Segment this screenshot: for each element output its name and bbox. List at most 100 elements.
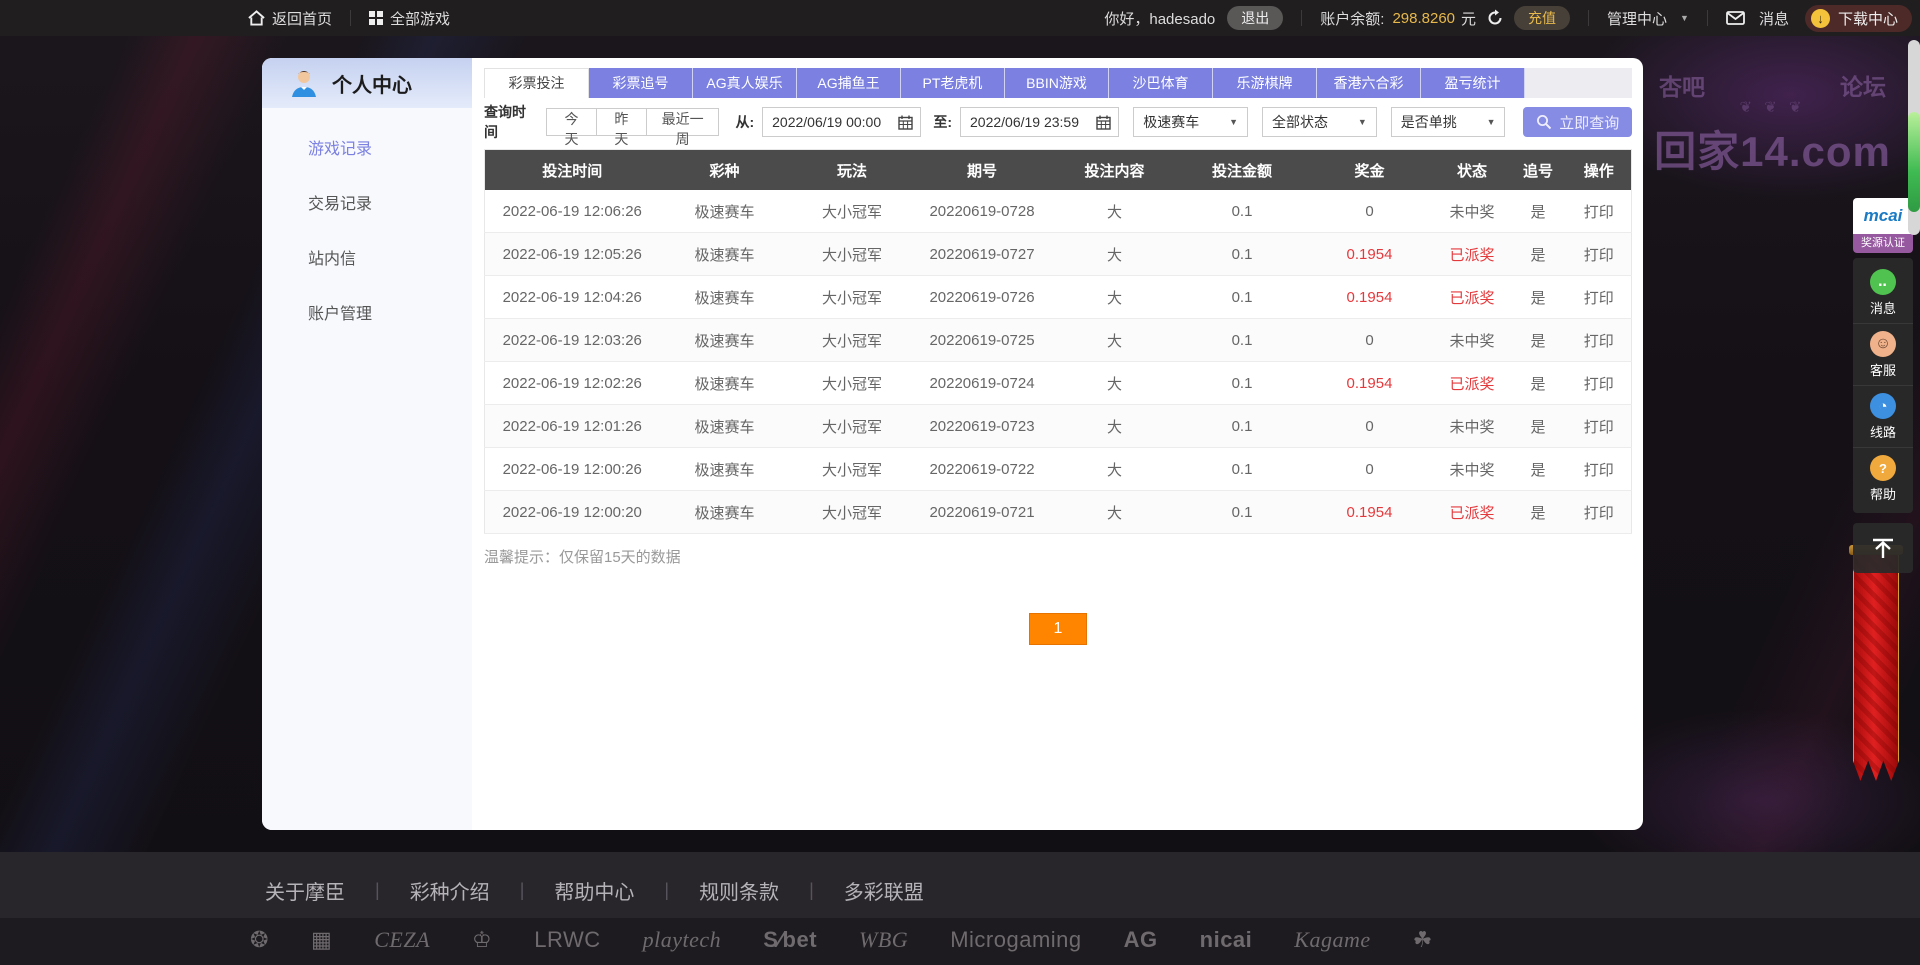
quick-lastweek-button[interactable]: 最近一周 bbox=[647, 108, 720, 136]
lottery-select-value: 极速赛车 bbox=[1143, 112, 1199, 132]
promo-banner[interactable] bbox=[1849, 545, 1903, 791]
envelope-icon bbox=[1726, 11, 1745, 25]
cell-prize: 0.1954 bbox=[1305, 276, 1435, 319]
widget-label: 帮助 bbox=[1870, 484, 1896, 503]
footer-link-帮助中心[interactable]: 帮助中心 bbox=[554, 876, 634, 905]
footer-link-多彩联盟[interactable]: 多彩联盟 bbox=[844, 876, 924, 905]
sidebar-item-交易记录[interactable]: 交易记录 bbox=[262, 177, 472, 232]
pagination: 1 bbox=[484, 613, 1632, 645]
footer-link-规则条款[interactable]: 规则条款 bbox=[699, 876, 779, 905]
calendar-icon[interactable] bbox=[898, 115, 913, 130]
sidebar-header: 个人中心 bbox=[262, 58, 472, 108]
print-link[interactable]: 打印 bbox=[1584, 333, 1614, 350]
cell-issue: 20220619-0727 bbox=[915, 233, 1050, 276]
cell-prize: 0 bbox=[1305, 190, 1435, 233]
prize-cert-badge[interactable]: 奖源认证 bbox=[1853, 234, 1913, 253]
header-amount: 投注金额 bbox=[1180, 150, 1305, 191]
sidebar-item-站内信[interactable]: 站内信 bbox=[262, 232, 472, 287]
print-link[interactable]: 打印 bbox=[1584, 505, 1614, 522]
tab-AG捕鱼王[interactable]: AG捕鱼王 bbox=[797, 68, 901, 98]
messages-link[interactable]: 消息 bbox=[1726, 8, 1789, 29]
calendar-icon[interactable] bbox=[1096, 115, 1111, 130]
tab-BBIN游戏[interactable]: BBIN游戏 bbox=[1005, 68, 1109, 98]
cell-bet-time: 2022-06-19 12:00:26 bbox=[485, 448, 660, 491]
download-center-button[interactable]: ↓ 下载中心 bbox=[1805, 5, 1912, 32]
cell-play: 大小冠军 bbox=[790, 448, 915, 491]
download-icon: ↓ bbox=[1811, 9, 1830, 28]
table-body: 2022-06-19 12:06:26 极速赛车 大小冠军 20220619-0… bbox=[485, 190, 1632, 534]
tab-盈亏统计[interactable]: 盈亏统计 bbox=[1421, 68, 1525, 98]
sidebar-item-账户管理[interactable]: 账户管理 bbox=[262, 287, 472, 342]
tab-彩票投注[interactable]: 彩票投注 bbox=[484, 68, 589, 98]
header-bet-time: 投注时间 bbox=[485, 150, 660, 191]
date-to-input[interactable]: 2022/06/19 23:59 bbox=[960, 107, 1119, 137]
recharge-button[interactable]: 充值 bbox=[1514, 6, 1570, 30]
chat-icon: ‥ bbox=[1870, 269, 1896, 295]
topbar-separator bbox=[1707, 10, 1708, 26]
tab-香港六合彩[interactable]: 香港六合彩 bbox=[1317, 68, 1421, 98]
cell-content: 大 bbox=[1050, 233, 1180, 276]
cell-content: 大 bbox=[1050, 491, 1180, 534]
header-chase: 追号 bbox=[1510, 150, 1567, 191]
cell-amount: 0.1 bbox=[1180, 319, 1305, 362]
sidebar-item-游戏记录[interactable]: 游戏记录 bbox=[262, 122, 472, 177]
scrollbar-track[interactable] bbox=[1908, 40, 1920, 235]
topbar-separator bbox=[350, 10, 351, 26]
mcai-cert-logo[interactable]: mcai bbox=[1853, 198, 1913, 234]
widget-客服[interactable]: ☺ 客服 bbox=[1853, 323, 1913, 385]
print-link[interactable]: 打印 bbox=[1584, 290, 1614, 307]
back-home-link[interactable]: 返回首页 bbox=[248, 8, 332, 29]
status-select[interactable]: 全部状态 ▼ bbox=[1262, 107, 1377, 137]
watermark-text-left: 杏吧 bbox=[1659, 68, 1705, 102]
lottery-select[interactable]: 极速赛车 ▼ bbox=[1133, 107, 1248, 137]
admin-center-menu[interactable]: 管理中心 ▼ bbox=[1607, 8, 1689, 29]
footer-link-彩种介绍[interactable]: 彩种介绍 bbox=[410, 876, 490, 905]
page-1-button[interactable]: 1 bbox=[1029, 613, 1087, 645]
partner-logo: Microgaming bbox=[950, 927, 1081, 953]
tab-彩票追号[interactable]: 彩票追号 bbox=[589, 68, 693, 98]
scrollbar-thumb[interactable] bbox=[1908, 112, 1920, 212]
tab-AG真人娱乐[interactable]: AG真人娱乐 bbox=[693, 68, 797, 98]
grid-icon bbox=[369, 11, 383, 25]
widget-线路[interactable]: ◔ 线路 bbox=[1853, 385, 1913, 447]
table-row: 2022-06-19 12:06:26 极速赛车 大小冠军 20220619-0… bbox=[485, 190, 1632, 233]
retention-note: 温馨提示：仅保留15天的数据 bbox=[484, 546, 1632, 567]
sidebar: 个人中心 游戏记录交易记录站内信账户管理 bbox=[262, 58, 472, 830]
bets-table: 投注时间 彩种 玩法 期号 投注内容 投注金额 奖金 状态 追号 操作 2022… bbox=[484, 149, 1632, 534]
tab-PT老虎机[interactable]: PT老虎机 bbox=[901, 68, 1005, 98]
all-games-link[interactable]: 全部游戏 bbox=[369, 8, 450, 29]
tab-沙巴体育[interactable]: 沙巴体育 bbox=[1109, 68, 1213, 98]
partner-logo: Kagame bbox=[1294, 927, 1370, 953]
tab-乐游棋牌[interactable]: 乐游棋牌 bbox=[1213, 68, 1317, 98]
print-link[interactable]: 打印 bbox=[1584, 462, 1614, 479]
quick-today-button[interactable]: 今天 bbox=[546, 108, 597, 136]
refresh-balance-icon[interactable] bbox=[1486, 9, 1504, 27]
header-status: 状态 bbox=[1435, 150, 1510, 191]
single-pick-select[interactable]: 是否单挑 ▼ bbox=[1391, 107, 1506, 137]
sidebar-title: 个人中心 bbox=[332, 69, 412, 98]
cell-play: 大小冠军 bbox=[790, 405, 915, 448]
footer-link-关于摩臣[interactable]: 关于摩臣 bbox=[265, 876, 345, 905]
footer-link-separator: | bbox=[375, 880, 380, 901]
quick-yesterday-button[interactable]: 昨天 bbox=[597, 108, 647, 136]
cell-action: 打印 bbox=[1567, 190, 1632, 233]
cell-status: 已派奖 bbox=[1435, 362, 1510, 405]
cell-status: 未中奖 bbox=[1435, 319, 1510, 362]
print-link[interactable]: 打印 bbox=[1584, 376, 1614, 393]
footer-partner-logos: ❂▦CEZA♔LRWCplaytechS∕betWBGMicrogamingAG… bbox=[0, 918, 1920, 965]
search-button[interactable]: 立即查询 bbox=[1523, 107, 1632, 137]
back-home-label: 返回首页 bbox=[272, 8, 332, 29]
cell-action: 打印 bbox=[1567, 491, 1632, 534]
date-from-input[interactable]: 2022/06/19 00:00 bbox=[762, 107, 921, 137]
logout-button[interactable]: 退出 bbox=[1227, 6, 1283, 30]
cell-action: 打印 bbox=[1567, 362, 1632, 405]
balance-unit: 元 bbox=[1461, 8, 1476, 29]
back-to-top-button[interactable] bbox=[1853, 523, 1913, 573]
print-link[interactable]: 打印 bbox=[1584, 204, 1614, 221]
cell-lottery: 极速赛车 bbox=[660, 405, 790, 448]
line-icon: ◔ bbox=[1870, 393, 1896, 419]
print-link[interactable]: 打印 bbox=[1584, 247, 1614, 264]
widget-消息[interactable]: ‥ 消息 bbox=[1853, 262, 1913, 323]
print-link[interactable]: 打印 bbox=[1584, 419, 1614, 436]
widget-帮助[interactable]: ? 帮助 bbox=[1853, 447, 1913, 509]
